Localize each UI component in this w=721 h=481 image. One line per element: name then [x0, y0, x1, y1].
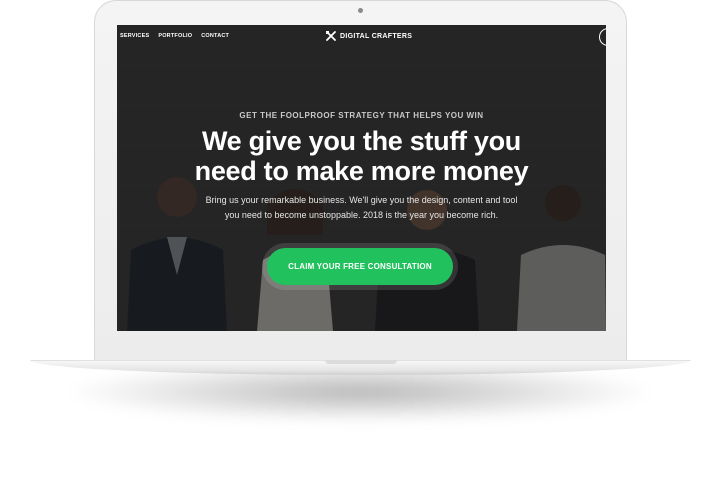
top-navigation: SERVICES PORTFOLIO CONTACT DIGITAL CRAFT…	[117, 25, 606, 49]
hero-headline: We give you the stuff you need to make m…	[117, 126, 606, 186]
headline-line-1: We give you the stuff you	[201, 126, 522, 156]
brand-logo[interactable]: DIGITAL CRAFTERS	[326, 31, 412, 41]
nav-links: SERVICES PORTFOLIO CONTACT	[120, 33, 229, 39]
nav-link-services[interactable]: SERVICES	[120, 33, 149, 39]
webcam	[358, 8, 363, 13]
subtext-line-1: Bring us your remarkable business. We'll…	[205, 195, 518, 205]
laptop-notch	[325, 360, 397, 364]
hero-subtext: Bring us your remarkable business. We'll…	[177, 193, 546, 223]
laptop-screen: SERVICES PORTFOLIO CONTACT DIGITAL CRAFT…	[117, 25, 606, 331]
nav-link-contact[interactable]: CONTACT	[201, 33, 229, 39]
hero-eyebrow: GET THE FOOLPROOF STRATEGY THAT HELPS YO…	[239, 111, 484, 120]
circle-menu-icon[interactable]	[599, 28, 606, 46]
brand-name: DIGITAL CRAFTERS	[340, 32, 413, 40]
nav-link-portfolio[interactable]: PORTFOLIO	[158, 33, 192, 39]
crossed-tools-icon	[326, 31, 336, 41]
claim-consultation-button[interactable]: CLAIM YOUR FREE CONSULTATION	[267, 248, 453, 285]
laptop-mockup: SERVICES PORTFOLIO CONTACT DIGITAL CRAFT…	[0, 0, 721, 481]
headline-line-2: need to make more money	[194, 156, 529, 186]
subtext-line-2: you need to become unstoppable. 2018 is …	[224, 210, 499, 220]
